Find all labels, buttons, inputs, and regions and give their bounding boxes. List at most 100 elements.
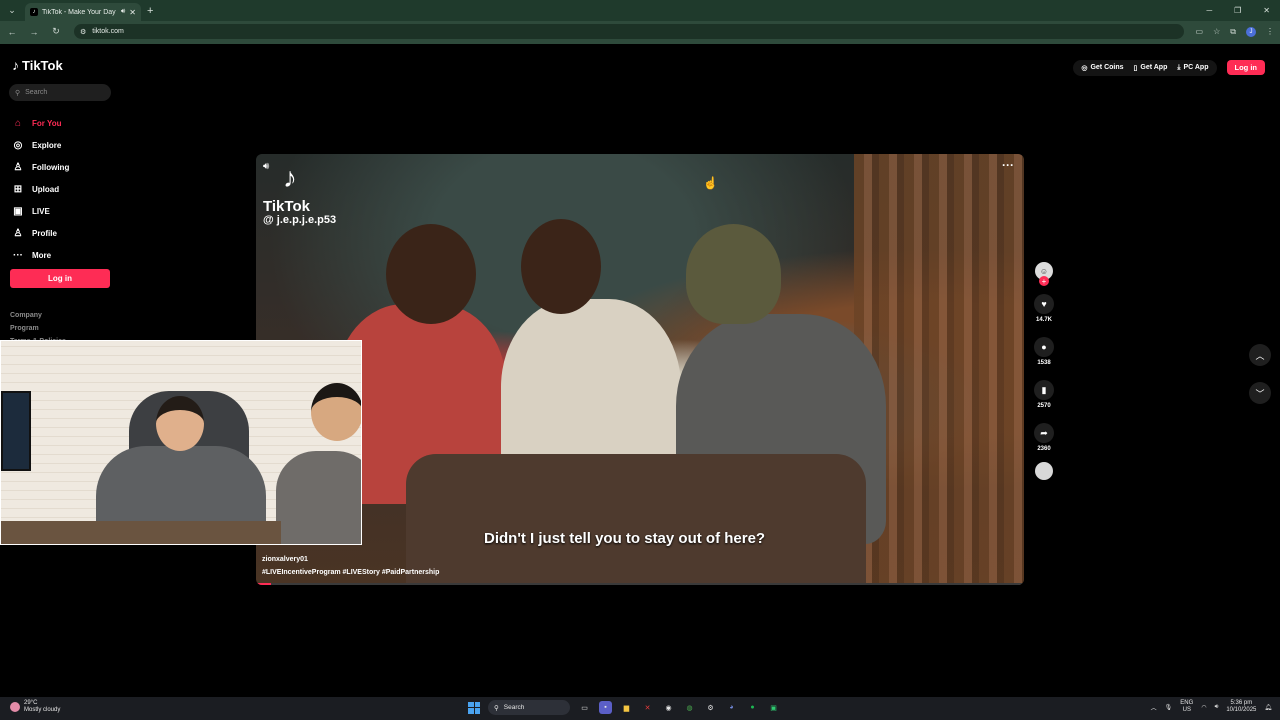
restore-icon[interactable]: ❐ — [1234, 6, 1241, 15]
creator-avatar[interactable]: ☺ + — [1035, 262, 1053, 286]
tray-chevron-icon[interactable]: ︿ — [1151, 703, 1157, 712]
install-app-icon[interactable]: ▭ — [1196, 27, 1204, 36]
action-rail: ☺ + ♥ 14.7K ● 1538 ▮ 2570 ➦ 2360 — [1033, 262, 1055, 480]
region-code: US — [1182, 707, 1191, 713]
bookmark-star-icon[interactable]: ☆ — [1213, 27, 1220, 36]
microphone-icon[interactable]: 🎙︎ — [1165, 704, 1173, 711]
header-login-button[interactable]: Log in — [1226, 60, 1265, 75]
video-author[interactable]: zionxalvery01 — [262, 556, 308, 563]
video-person-left-head — [386, 224, 476, 324]
pc-app-button[interactable]: ⤓ PC App — [1177, 64, 1208, 72]
language-code: ENG — [1180, 700, 1194, 706]
comment-count: 1538 — [1037, 360, 1051, 366]
new-tab-icon[interactable]: + — [147, 5, 153, 17]
video-more-icon[interactable]: ··· — [1002, 158, 1014, 172]
tab-close-icon[interactable]: ✕ — [129, 8, 136, 17]
weather-temp: 29°C — [24, 700, 38, 706]
watermark-handle: @ j.e.p.j.e.p53 — [263, 214, 337, 226]
sidebar-item-label: Explore — [32, 140, 62, 150]
header-actions: ◎ Get Coins ▯ Get App ⤓ PC App Log in — [1073, 58, 1265, 77]
get-app-button[interactable]: ▯ Get App — [1134, 64, 1168, 72]
toolbar-right: ▭ ☆ ⧉ J ⋮ — [1196, 26, 1274, 37]
green-app-icon[interactable]: ▣ — [767, 701, 780, 714]
language-indicator[interactable]: ENG US — [1180, 700, 1193, 714]
sidebar-item-for-you[interactable]: ⌂ For You — [12, 112, 69, 134]
app-icon[interactable]: ✕ — [641, 701, 654, 714]
sidebar-item-profile[interactable]: ♙ Profile — [12, 222, 69, 244]
share-button[interactable]: ➦ — [1034, 423, 1054, 443]
bookmark-icon: ▮ — [1041, 384, 1047, 395]
person-icon: ♙ — [13, 227, 23, 239]
tab-search-icon[interactable]: ⌄ — [3, 3, 21, 19]
tiktok-logo[interactable]: ♪ TikTok — [12, 57, 63, 73]
tab-title: TikTok - Make Your Day — [42, 8, 116, 16]
url-text: tiktok.com — [92, 28, 124, 35]
browser-tab-bar: ⌄ ♪ TikTok - Make Your Day 🔊︎ ✕ + ─ ❐ ✕ — [0, 0, 1280, 21]
browser-tab[interactable]: ♪ TikTok - Make Your Day 🔊︎ ✕ — [25, 3, 141, 21]
watermark-brand: TikTok — [263, 198, 310, 215]
site-info-icon[interactable]: ⚙ — [80, 28, 86, 36]
get-coins-label: Get Coins — [1090, 64, 1124, 71]
follow-plus-icon[interactable]: + — [1039, 276, 1049, 286]
taskbar-search-label: Search — [503, 704, 525, 711]
chrome-icon[interactable]: ◍ — [683, 701, 696, 714]
weather-condition: Mostly cloudy — [24, 707, 61, 713]
task-view-icon[interactable]: ▭ — [578, 701, 591, 714]
tiktok-note-icon: ♪ — [12, 57, 19, 73]
search-input[interactable]: ⚲ Search — [9, 84, 111, 101]
next-video-button[interactable]: ﹀ — [1249, 382, 1271, 404]
sidebar-item-more[interactable]: ··· More — [12, 244, 69, 266]
file-explorer-icon[interactable]: ▆ — [620, 701, 633, 714]
steam-icon[interactable]: ◉ — [662, 701, 675, 714]
spotify-icon[interactable]: ● — [746, 701, 759, 714]
weather-widget[interactable]: 29°C Mostly cloudy — [10, 700, 60, 714]
browser-menu-icon[interactable]: ⋮ — [1266, 27, 1274, 36]
sidebar-item-upload[interactable]: ⊞ Upload — [12, 178, 69, 200]
clock[interactable]: 5:36 pm 10/10/2025 — [1226, 700, 1256, 714]
sidebar-login-button[interactable]: Log in — [10, 269, 110, 288]
taskbar-search[interactable]: ⚲ Search — [488, 700, 570, 715]
reload-icon[interactable]: ↻ — [50, 26, 62, 37]
window-close-icon[interactable]: ✕ — [1263, 6, 1270, 15]
more-dots-icon: ··· — [13, 249, 23, 261]
teams-icon[interactable]: ▪ — [599, 701, 612, 714]
share-arrow-icon: ➦ — [1040, 427, 1048, 438]
get-coins-button[interactable]: ◎ Get Coins — [1081, 64, 1123, 72]
back-icon[interactable]: ← — [6, 27, 18, 37]
webcam-monitor — [1, 391, 31, 471]
sidebar-item-explore[interactable]: ◎ Explore — [12, 134, 69, 156]
windows-start-icon[interactable] — [468, 701, 480, 714]
wifi-icon[interactable]: ◠ — [1201, 704, 1206, 711]
comment-button[interactable]: ● — [1034, 337, 1054, 357]
toolbar-divider — [0, 42, 1280, 44]
video-person-center-head — [521, 219, 601, 314]
minimize-icon[interactable]: ─ — [1206, 6, 1212, 15]
mouse-cursor-icon: ☝ — [703, 176, 718, 190]
discord-icon[interactable]: ◕ — [725, 701, 738, 714]
tab-audio-icon[interactable]: 🔊︎ — [121, 8, 125, 16]
sidebar-item-live[interactable]: ▣ LIVE — [12, 200, 69, 222]
weather-icon — [10, 702, 20, 712]
settings-gear-icon[interactable]: ⚙ — [704, 701, 717, 714]
address-toolbar: ← → ↻ ⚙ tiktok.com ▭ ☆ ⧉ J ⋮ — [0, 21, 1280, 42]
forward-icon[interactable]: → — [28, 27, 40, 37]
chevron-up-icon: ︿ — [1255, 350, 1265, 361]
speaker-icon[interactable]: 🔊︎ — [1215, 704, 1219, 711]
address-bar[interactable]: ⚙ tiktok.com — [74, 24, 1184, 39]
notification-bell-icon[interactable]: 🔔︎ — [1264, 704, 1272, 711]
extensions-icon[interactable]: ⧉ — [1230, 27, 1236, 37]
video-player[interactable]: 🔊︎ ··· ♪ TikTok @ j.e.p.j.e.p53 Didn't I… — [256, 154, 1024, 585]
music-disc-icon[interactable] — [1035, 462, 1053, 480]
save-button[interactable]: ▮ — [1034, 380, 1054, 400]
sidebar-item-following[interactable]: ♙ Following — [12, 156, 70, 178]
profile-avatar[interactable]: J — [1246, 26, 1256, 37]
footer-link-company[interactable]: Company — [10, 309, 66, 322]
comment-icon: ● — [1041, 342, 1047, 352]
video-legs — [406, 454, 866, 585]
like-button[interactable]: ♥ — [1034, 294, 1054, 314]
video-progress-bar[interactable] — [256, 583, 1024, 585]
footer-link-program[interactable]: Program — [10, 322, 66, 335]
volume-icon[interactable]: 🔊︎ — [263, 161, 269, 172]
video-hashtags[interactable]: #LIVEIncentiveProgram #LIVEStory #PaidPa… — [262, 569, 439, 576]
previous-video-button[interactable]: ︿ — [1249, 344, 1271, 366]
